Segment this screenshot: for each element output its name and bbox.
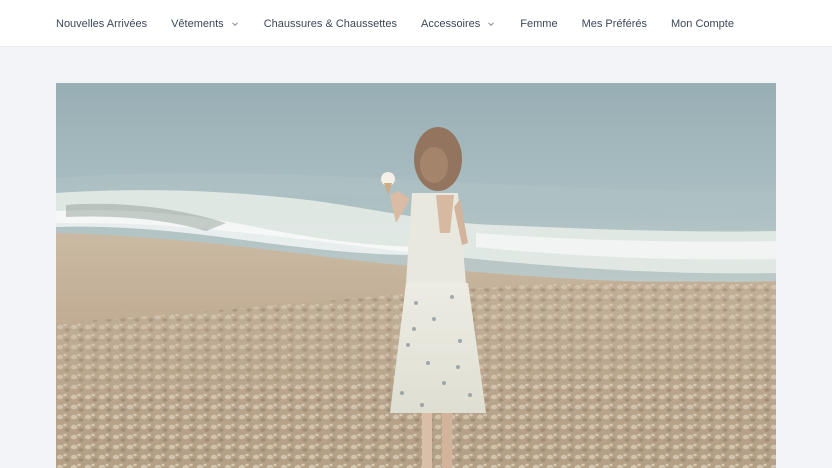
nav-item-label: Nouvelles Arrivées <box>56 17 148 30</box>
nav-item-label: Mon Compte <box>670 17 734 30</box>
nav-item-mon-compte[interactable]: Mon Compte <box>671 0 734 47</box>
nav-item-label: Chaussures & Chaussettes <box>263 17 397 30</box>
chevron-down-icon <box>488 21 495 26</box>
nav-item-mes-preferes[interactable]: Mes Préférés <box>582 0 647 47</box>
nav-item-femme[interactable]: Femme <box>520 0 557 47</box>
top-navigation-bar: Nouvelles Arrivées Vêtements Chaussures … <box>0 0 832 47</box>
nav-item-label: Mes Préférés <box>581 17 647 30</box>
nav-item-accessoires[interactable]: Accessoires <box>421 0 496 47</box>
main-menu: Nouvelles Arrivées Vêtements Chaussures … <box>56 0 734 47</box>
nav-item-label: Vêtements <box>171 17 224 30</box>
nav-item-chaussures[interactable]: Chaussures & Chaussettes <box>264 0 397 47</box>
beach-photo <box>56 83 776 468</box>
nav-item-label: Accessoires <box>420 17 481 30</box>
hero-image[interactable] <box>56 83 776 468</box>
nav-item-vetements[interactable]: Vêtements <box>171 0 240 47</box>
nav-item-label: Femme <box>520 17 558 30</box>
chevron-down-icon <box>231 21 238 26</box>
nav-item-nouvelles-arrivees[interactable]: Nouvelles Arrivées <box>56 0 147 47</box>
